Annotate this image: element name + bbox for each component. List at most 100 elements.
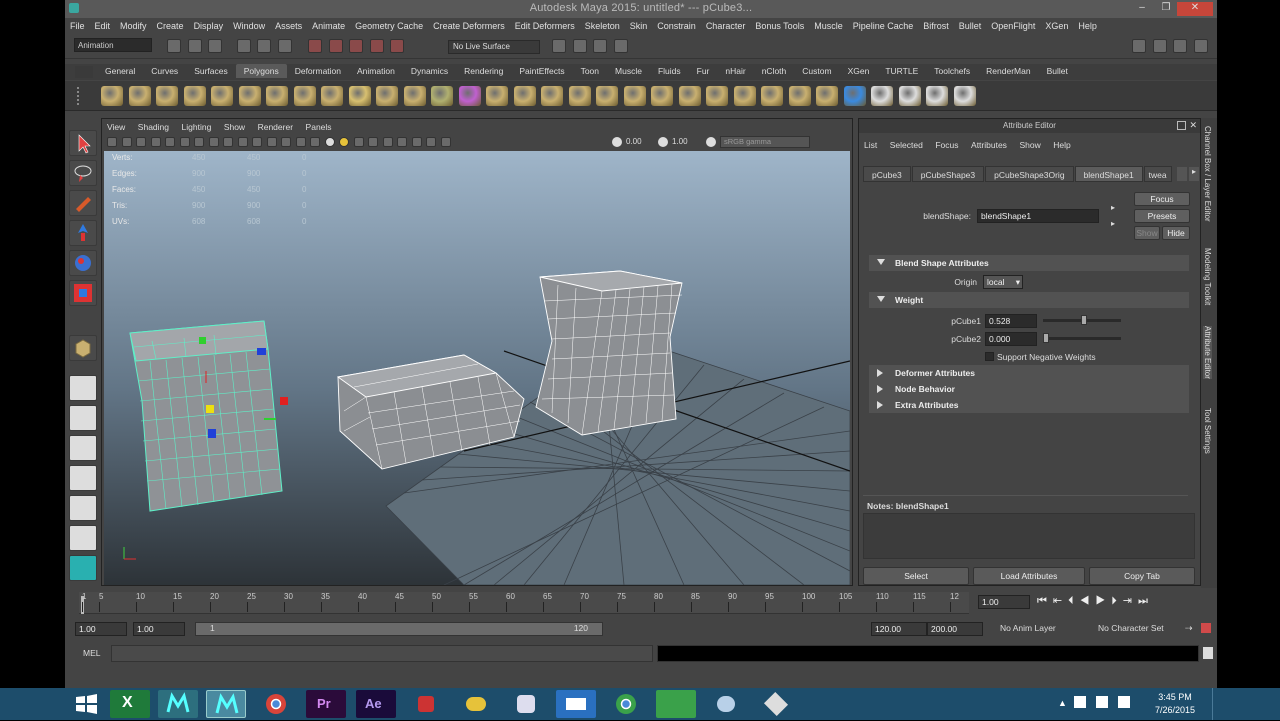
script-editor-icon[interactable] [1203,647,1213,659]
side-tab-attribute-editor[interactable]: Attribute Editor [1203,326,1212,379]
tab-blendshape1[interactable]: blendShape1 [1074,166,1143,182]
attr-menu-attributes[interactable]: Attributes [971,140,1007,150]
uv-editor-icon[interactable] [953,86,976,106]
section-deformer-attributes[interactable]: Deformer Attributes [869,365,1189,381]
menu-pipeline-cache[interactable]: Pipeline Cache [853,21,914,31]
render-settings-icon[interactable] [593,39,608,53]
maximize-button[interactable]: ❐ [1155,2,1177,16]
extrude-icon[interactable] [596,86,618,106]
vp-menu-renderer[interactable]: Renderer [258,122,293,132]
hide-button[interactable]: Hide [1162,226,1190,240]
go-to-start-icon[interactable]: ⏮ [1037,595,1053,607]
open-scene-icon[interactable] [187,39,202,53]
after-effects-taskbar-icon[interactable]: Ae [356,690,396,718]
playback-end-field[interactable]: 120.00 [871,622,927,636]
append-icon[interactable] [623,86,646,106]
network-icon[interactable] [1074,696,1086,708]
notes-divider[interactable] [863,495,1188,499]
modeling-toolkit-icon[interactable] [69,555,97,581]
shelf-tab-animation[interactable]: Animation [349,64,403,78]
layout-outliner-icon[interactable] [69,495,97,521]
app-taskbar-icon-4[interactable] [656,690,696,718]
menu-skin[interactable]: Skin [630,21,648,31]
menu-character[interactable]: Character [706,21,746,31]
layout-two-icon[interactable] [69,435,97,461]
shelf-tab-bullet[interactable]: Bullet [1039,64,1076,78]
manip-handle-green[interactable] [199,337,206,344]
minimize-button[interactable]: – [1131,2,1153,16]
close-panel-icon[interactable]: ✕ [1189,120,1197,131]
tray-expand-icon[interactable]: ▲ [1058,698,1067,708]
ambient-occlusion-icon[interactable] [353,136,364,147]
excel-taskbar-icon[interactable]: X [110,690,150,718]
layout-icon-4[interactable] [1193,39,1208,53]
menu-animate[interactable]: Animate [312,21,345,31]
menu-openflight[interactable]: OpenFlight [991,21,1035,31]
input-connection-icon[interactable]: ▸ [1111,203,1115,212]
safe-title-icon[interactable] [252,136,263,147]
premiere-taskbar-icon[interactable]: Pr [306,690,346,718]
xray-components-icon[interactable] [440,136,451,147]
character-set-dropdown[interactable]: No Character Set [1098,623,1164,633]
anti-alias-icon[interactable] [382,136,393,147]
pipe-icon[interactable] [293,86,316,106]
blendshape-name-field[interactable]: blendShape1 [977,209,1099,223]
origin-dropdown[interactable]: local ▾ [983,275,1023,289]
time-ruler[interactable]: 1 5 10 15 20 25 30 35 40 45 50 55 60 65 70 75 80 85 90 95 10… [79,592,969,614]
manip-handle-z[interactable] [208,429,216,438]
layout-icon-3[interactable] [1173,39,1188,53]
shelf-grip-icon[interactable] [77,87,85,105]
play-forward-icon[interactable]: ▶ [1095,595,1111,607]
side-tab-tool-settings[interactable]: Tool Settings [1203,408,1212,454]
snap-view-icon[interactable] [369,39,384,53]
vp-menu-view[interactable]: View [107,122,125,132]
chrome-taskbar-icon-2[interactable] [606,690,646,718]
manip-handle-blue[interactable] [257,348,266,355]
gate-mask-icon[interactable] [208,136,219,147]
support-negative-checkbox[interactable] [985,352,994,361]
grid-toggle-icon[interactable] [165,136,176,147]
merge-icon[interactable] [733,86,756,106]
safe-action-icon[interactable] [237,136,248,147]
slider-handle[interactable] [1081,315,1088,325]
menu-create-deformers[interactable]: Create Deformers [433,21,505,31]
select-button[interactable]: Select [863,567,969,585]
maya-active-taskbar-icon[interactable] [206,690,246,718]
save-scene-icon[interactable] [208,39,223,53]
focus-button[interactable]: Focus [1134,192,1190,206]
close-button[interactable]: ✕ [1177,2,1213,16]
blend-target-cube-selected[interactable] [129,320,288,512]
section-extra-attributes[interactable]: Extra Attributes [869,397,1189,413]
film-gate-icon[interactable] [179,136,190,147]
weight-pcube2-slider[interactable] [1043,333,1121,343]
blend-base-cube[interactable] [535,270,683,436]
section-node-behavior[interactable]: Node Behavior [869,381,1189,397]
layout-icon-1[interactable] [1132,39,1146,53]
playback-start-field[interactable]: 1.00 [133,622,185,636]
shadows-icon[interactable] [339,136,350,147]
manip-handle-x[interactable] [280,397,288,405]
color-management-icon[interactable] [706,137,716,147]
weight-pcube1-slider[interactable] [1043,315,1121,325]
xray-icon[interactable] [411,136,422,147]
sphere-icon[interactable] [101,86,123,106]
menu-xgen[interactable]: XGen [1045,21,1068,31]
shelf-tab-dynamics[interactable]: Dynamics [403,64,456,78]
motion-blur-icon[interactable] [368,136,379,147]
tab-scroll-right-icon[interactable]: ▸ [1189,167,1199,181]
reduce-icon[interactable] [513,86,536,106]
rotate-tool-icon[interactable] [69,250,97,276]
tab-pcubeshape3[interactable]: pCubeShape3 [911,166,985,182]
image-plane-icon[interactable] [150,136,161,147]
menu-muscle[interactable]: Muscle [814,21,843,31]
anim-prefs-icon[interactable] [1201,623,1211,633]
select-component-icon[interactable] [277,39,292,53]
app-taskbar-icon-2[interactable] [456,690,496,718]
chrome-taskbar-icon[interactable] [256,690,296,718]
anim-start-field[interactable]: 1.00 [75,622,127,636]
cube-icon[interactable] [128,86,151,106]
move-tool-icon[interactable] [69,220,97,246]
shelf-tab-renderman[interactable]: RenderMan [978,64,1038,78]
bevel-icon[interactable] [568,86,591,106]
split-icon[interactable] [651,86,673,106]
